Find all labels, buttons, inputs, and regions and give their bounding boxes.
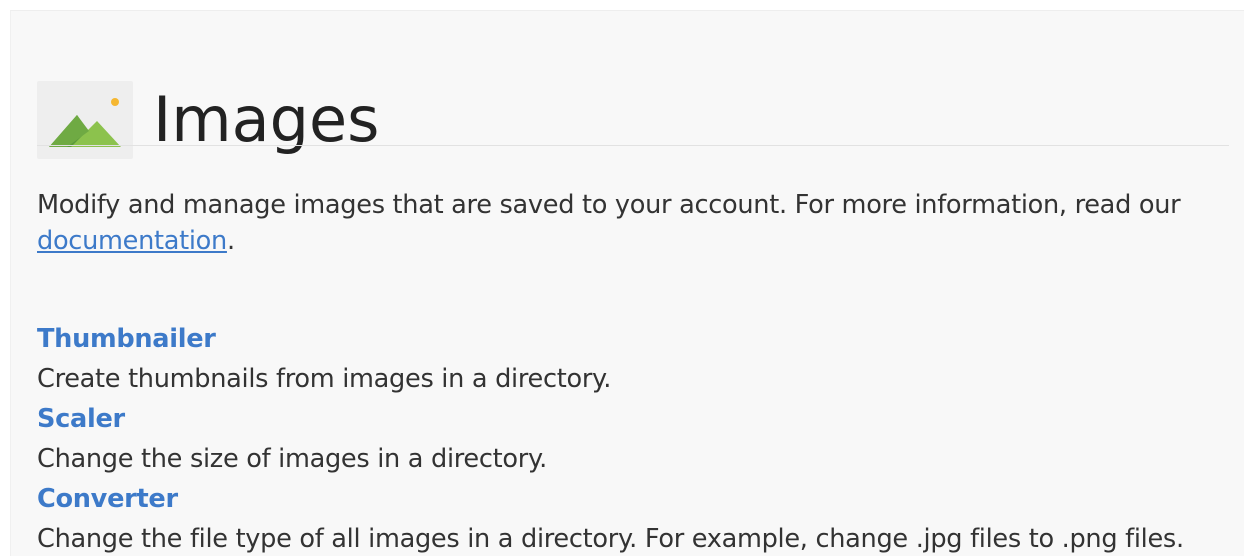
page-header: Images: [37, 39, 379, 200]
scaler-link[interactable]: Scaler: [37, 399, 1237, 439]
converter-link[interactable]: Converter: [37, 479, 1237, 519]
tools-list: Thumbnailer Create thumbnails from image…: [37, 319, 1237, 559]
content-panel: Images Modify and manage images that are…: [10, 10, 1244, 556]
intro-text: Modify and manage images that are saved …: [37, 190, 1181, 220]
converter-description: Change the file type of all images in a …: [37, 524, 1184, 554]
mountains-sun-icon: [37, 80, 133, 159]
header-divider: [37, 145, 1229, 146]
intro-trailing: .: [226, 226, 235, 256]
documentation-link[interactable]: documentation: [37, 226, 227, 256]
scaler-description: Change the size of images in a directory…: [37, 444, 547, 474]
page-title: Images: [153, 82, 380, 156]
thumbnailer-description: Create thumbnails from images in a direc…: [37, 364, 612, 394]
thumbnailer-link[interactable]: Thumbnailer: [37, 319, 1237, 359]
intro-paragraph: Modify and manage images that are saved …: [37, 187, 1237, 259]
